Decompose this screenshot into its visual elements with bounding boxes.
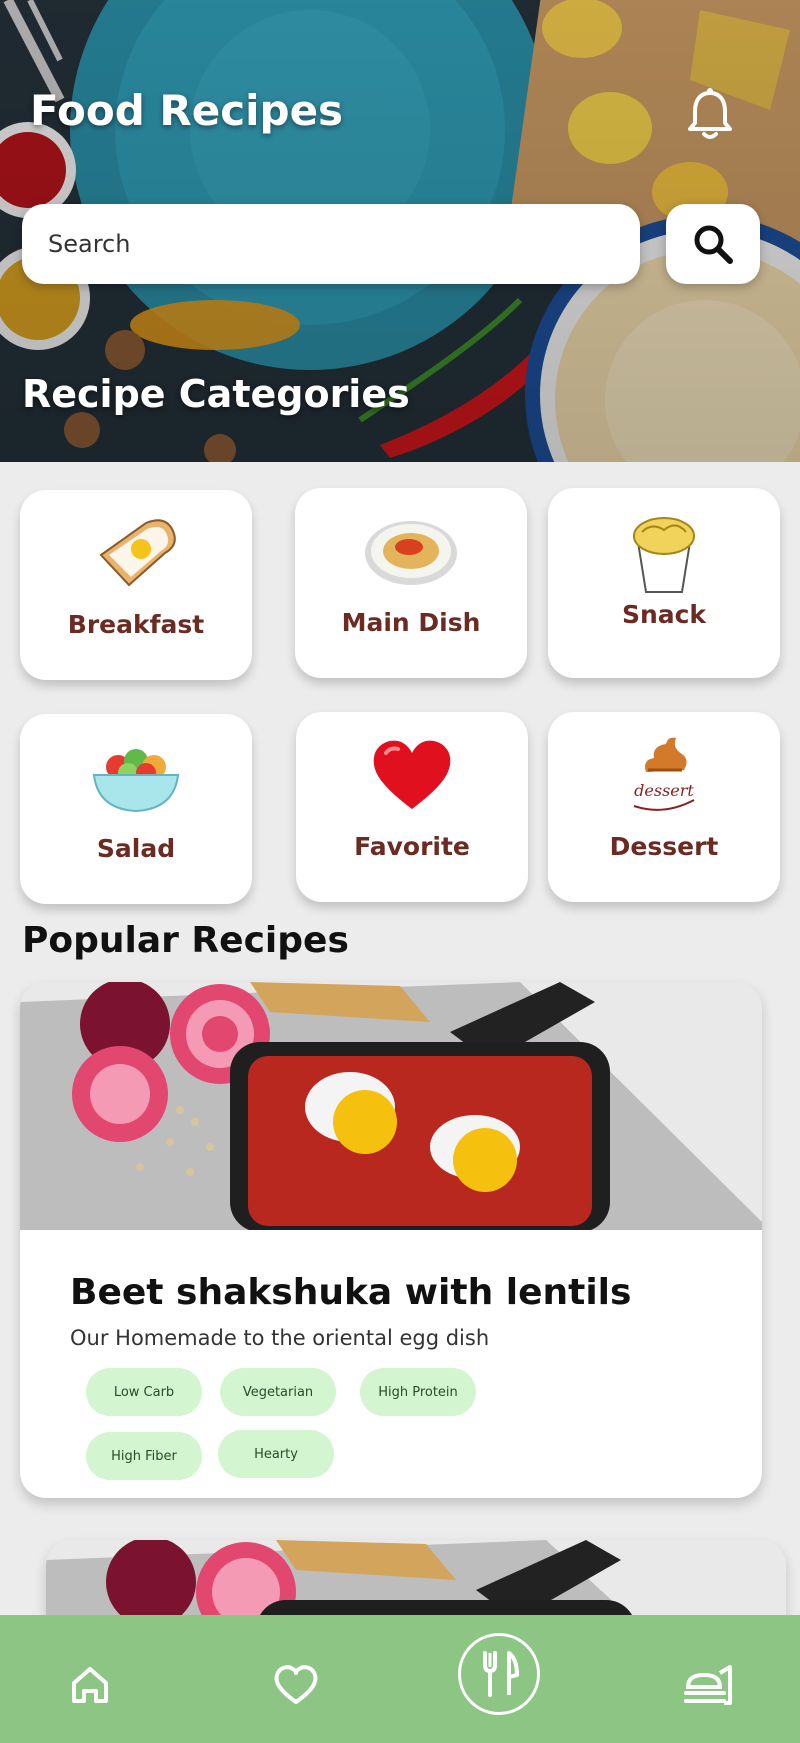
tag-hearty[interactable]: Hearty (218, 1430, 334, 1478)
svg-text:dessert: dessert (634, 781, 694, 800)
section-title-popular: Popular Recipes (22, 920, 349, 961)
tag-high-protein[interactable]: High Protein (360, 1368, 476, 1416)
bell-icon (688, 88, 732, 139)
recipe-title: Beet shakshuka with lentils (70, 1272, 632, 1313)
category-label: Salad (96, 834, 176, 863)
nav-home[interactable] (60, 1655, 120, 1715)
nav-favorites[interactable] (266, 1655, 326, 1715)
category-label: Snack (621, 600, 707, 629)
recipe-subtitle: Our Homemade to the oriental egg dish (70, 1326, 490, 1350)
search-icon (694, 225, 733, 264)
category-label: Dessert (609, 832, 719, 861)
hero-banner: Food Recipes Recipe Categories (0, 0, 800, 462)
home-icon (72, 1667, 108, 1703)
category-label: Breakfast (67, 610, 205, 639)
dessert-icon: dessert (614, 734, 714, 816)
search-button[interactable] (666, 204, 760, 284)
nav-meals[interactable] (676, 1651, 742, 1717)
category-label: Main Dish (341, 608, 481, 637)
category-snack[interactable]: Snack (548, 488, 780, 678)
salad-bowl-icon (86, 736, 186, 818)
category-favorite[interactable]: Favorite (296, 712, 528, 902)
nav-recipes[interactable] (458, 1633, 540, 1715)
fork-knife-icon (483, 1651, 519, 1697)
serving-tray-icon (684, 1665, 732, 1705)
heart-outline-icon (274, 1665, 318, 1704)
toast-egg-icon (86, 512, 186, 594)
category-main-dish[interactable]: Main Dish (295, 488, 527, 678)
tag-high-fiber[interactable]: High Fiber (86, 1432, 202, 1480)
heart-icon (362, 734, 462, 816)
pasta-plate-icon (361, 510, 461, 592)
notification-button[interactable] (682, 86, 738, 142)
category-breakfast[interactable]: Breakfast (20, 490, 252, 680)
recipe-card[interactable]: Beet shakshuka with lentils Our Homemade… (20, 982, 762, 1498)
category-salad[interactable]: Salad (20, 714, 252, 904)
category-dessert[interactable]: dessert Dessert (548, 712, 780, 902)
search-field[interactable] (22, 204, 640, 284)
search-input[interactable] (48, 230, 640, 258)
recipe-image (20, 982, 762, 1230)
noodle-cup-icon (614, 510, 714, 593)
bottom-navigation (0, 1615, 800, 1743)
tag-low-carb[interactable]: Low Carb (86, 1368, 202, 1416)
tag-vegetarian[interactable]: Vegetarian (220, 1368, 336, 1416)
section-title-categories: Recipe Categories (22, 372, 410, 416)
category-label: Favorite (354, 832, 470, 861)
app-title: Food Recipes (30, 86, 344, 135)
